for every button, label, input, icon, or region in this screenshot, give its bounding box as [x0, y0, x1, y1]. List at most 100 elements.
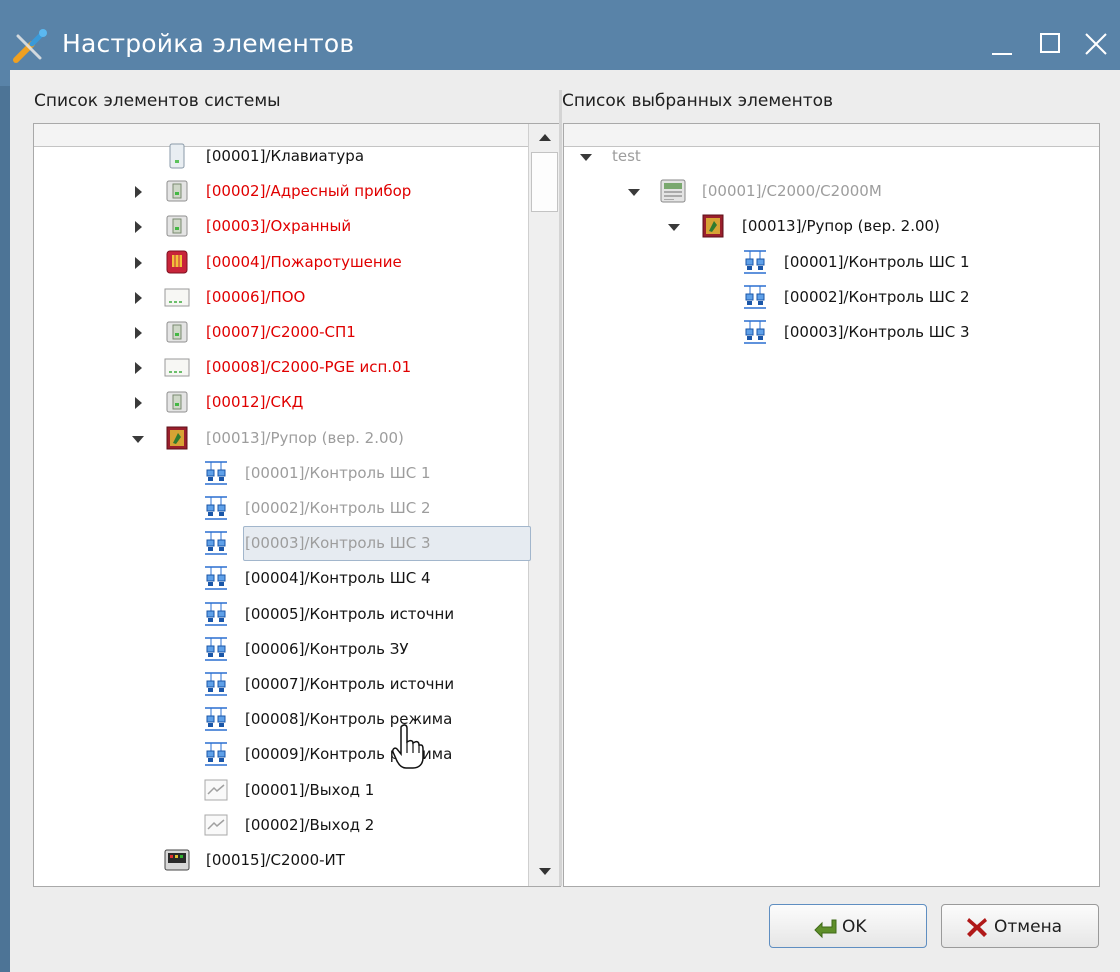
tree-node[interactable]: [00013]/Рупор (вер. 2.00) — [564, 209, 1098, 244]
tree-node-label: [00008]/С2000-PGE исп.01 — [206, 358, 412, 377]
cancel-label: Отмена — [994, 917, 1063, 937]
close-icon — [1085, 33, 1107, 55]
tree-node[interactable]: [00002]/Контроль ШС 2 — [564, 280, 1098, 315]
tree-node[interactable]: [00002]/Выход 2 — [34, 808, 526, 843]
expanded-arrow-icon[interactable] — [130, 431, 146, 447]
tree-node-label: [00006]/ПОО — [206, 287, 306, 306]
tree-node[interactable]: [00003]/Контроль ШС 3 — [564, 315, 1098, 350]
zone-control-icon — [205, 707, 227, 731]
panel-splitter[interactable] — [559, 90, 562, 886]
hand-cursor-icon — [392, 724, 424, 769]
tree-node-label: [00013]/Рупор (вер. 2.00) — [206, 428, 404, 447]
zone-control-icon — [205, 566, 227, 591]
panel-device-icon — [164, 288, 190, 307]
tree-node[interactable]: [00001]/Клавиатура — [34, 139, 526, 174]
display-device-icon — [164, 849, 190, 871]
window-title: Настройка элементов — [62, 29, 355, 58]
minimize-icon — [992, 53, 1012, 55]
expanded-arrow-icon[interactable] — [578, 149, 594, 165]
zone-control-icon — [205, 461, 227, 485]
controller-icon — [660, 179, 686, 203]
tree-node[interactable]: [00005]/Контроль источни — [34, 597, 526, 632]
device-icon — [166, 215, 188, 237]
scroll-down-icon[interactable] — [537, 866, 553, 878]
tree-node-label: [00003]/Контроль ШС 3 — [245, 534, 431, 553]
collapsed-arrow-icon[interactable] — [130, 395, 146, 411]
expanded-arrow-icon[interactable] — [626, 184, 642, 200]
tree-node-label: [00003]/Контроль ШС 3 — [784, 323, 970, 341]
tree-node[interactable]: [00001]/Контроль ШС 1 — [564, 245, 1098, 280]
tree-node-label: [00002]/Адресный прибор — [206, 182, 412, 201]
expanded-arrow-icon[interactable] — [666, 219, 682, 235]
tree-node[interactable]: [00013]/Рупор (вер. 2.00) — [34, 421, 526, 456]
tree-node-label: test — [612, 147, 641, 165]
zone-control-icon — [744, 249, 766, 274]
left-panel-label: Список элементов системы — [34, 91, 281, 111]
tree-node-label: [00004]/Пожаротушение — [206, 252, 402, 271]
tree-node-label: [00013]/Рупор (вер. 2.00) — [742, 217, 940, 236]
device-icon — [166, 180, 188, 202]
ok-label: OK — [842, 917, 867, 937]
tree-node-label: [00002]/Выход 2 — [245, 815, 375, 834]
right-panel-label: Список выбранных элементов — [562, 91, 834, 111]
close-button[interactable] — [1078, 26, 1114, 62]
minimize-button[interactable] — [984, 26, 1020, 62]
tree-node-label: [00002]/Контроль ШС 2 — [784, 287, 970, 306]
vertical-scrollbar[interactable] — [528, 124, 560, 886]
collapsed-arrow-icon[interactable] — [130, 255, 146, 271]
tree-node-label: [00003]/Охранный — [206, 217, 352, 236]
tree-node[interactable]: [00006]/ПОО — [34, 280, 526, 315]
collapsed-arrow-icon[interactable] — [130, 360, 146, 376]
tree-node[interactable]: [00006]/Контроль ЗУ — [34, 632, 526, 667]
collapsed-arrow-icon[interactable] — [130, 219, 146, 235]
tree-node[interactable]: [00012]/СКД — [34, 385, 526, 420]
tree-node[interactable]: [00002]/Контроль ШС 2 — [34, 491, 526, 526]
tree-node[interactable]: test — [564, 139, 1098, 174]
tree-node-label: [00007]/С2000-СП1 — [206, 323, 356, 341]
tree-node[interactable]: [00007]/Контроль источни — [34, 667, 526, 702]
tree-node-label: [00001]/Контроль ШС 1 — [245, 463, 431, 482]
collapsed-arrow-icon[interactable] — [130, 325, 146, 341]
tree-node-label: [00004]/Контроль ШС 4 — [245, 569, 431, 588]
dialog-body: Список элементов системы Список выбранны… — [10, 70, 1120, 972]
selected-elements-tree[interactable]: test [00001]/С2000/С2000М [00013]/Рупор (в… — [563, 123, 1100, 887]
tree-node[interactable]: [00004]/Пожаротушение — [34, 245, 526, 280]
collapsed-arrow-icon[interactable] — [130, 290, 146, 306]
cancel-button[interactable]: Отмена — [941, 904, 1099, 948]
output-icon — [204, 814, 228, 836]
tree-node[interactable]: [00001]/С2000/С2000М — [564, 174, 1098, 209]
zone-control-icon — [205, 742, 227, 767]
speaker-device-icon — [166, 426, 188, 450]
zone-control-icon — [205, 496, 227, 520]
system-elements-tree[interactable]: [00001]/Клавиатура [00002]/Адресный прибо… — [33, 123, 561, 887]
tree-node[interactable]: [00002]/Адресный прибор — [34, 174, 526, 209]
tree-node[interactable]: [00001]/Выход 1 — [34, 773, 526, 808]
tree-node[interactable]: [00007]/С2000-СП1 — [34, 315, 526, 350]
tree-node-label: [00001]/Контроль ШС 1 — [784, 252, 970, 271]
tree-node[interactable]: [00008]/Контроль режима — [34, 702, 526, 737]
scrollbar-thumb[interactable] — [531, 152, 558, 212]
zone-control-icon — [205, 672, 227, 696]
output-icon — [204, 779, 228, 801]
speaker-device-icon — [702, 214, 724, 238]
tree-node[interactable]: [00008]/С2000-PGE исп.01 — [34, 350, 526, 385]
tree-node[interactable]: [00004]/Контроль ШС 4 — [34, 561, 526, 596]
tree-node[interactable]: [00001]/Контроль ШС 1 — [34, 456, 526, 491]
tree-node[interactable]: [00003]/Контроль ШС 3 — [34, 526, 526, 561]
tree-node-label: [00001]/Выход 1 — [245, 780, 375, 799]
zone-control-icon — [205, 637, 227, 661]
zone-control-icon — [205, 531, 227, 555]
device-icon — [166, 391, 188, 413]
maximize-button[interactable] — [1032, 26, 1068, 62]
tree-node[interactable]: [00009]/Контроль режима — [34, 737, 526, 772]
zone-control-icon — [744, 320, 766, 344]
ok-button[interactable]: OK — [769, 904, 927, 948]
tree-node[interactable]: [00015]/С2000-ИТ — [34, 843, 526, 878]
tree-node[interactable]: [00003]/Охранный — [34, 209, 526, 244]
fire-device-icon — [166, 250, 188, 274]
scroll-up-icon[interactable] — [537, 131, 553, 143]
tree-node-label: [00001]/Клавиатура — [206, 147, 365, 165]
collapsed-arrow-icon[interactable] — [130, 184, 146, 200]
zone-control-icon — [744, 285, 766, 309]
device-icon — [166, 321, 188, 343]
